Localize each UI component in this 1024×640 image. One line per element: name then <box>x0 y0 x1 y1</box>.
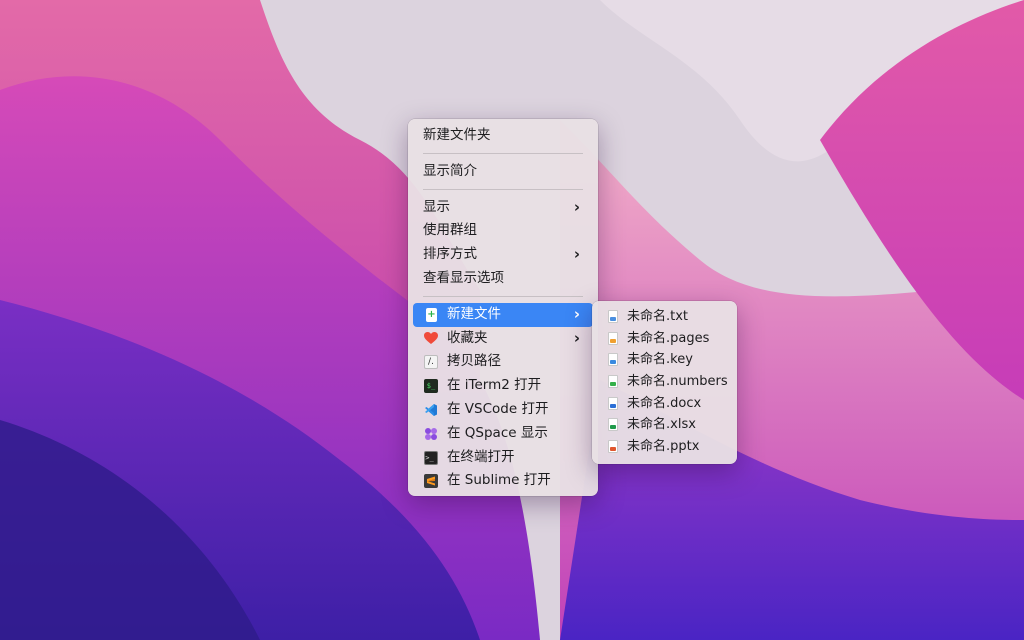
menu-item-label: 在 VSCode 打开 <box>447 400 549 417</box>
menu-item-label: 收藏夹 <box>447 329 488 346</box>
heart-icon <box>424 332 438 346</box>
submenu-item[interactable]: 未命名.txt <box>596 306 733 328</box>
submenu-item-label: 未命名.numbers <box>627 374 728 390</box>
chevron-right-icon: › <box>573 197 580 216</box>
submenu-item-label: 未命名.docx <box>627 395 702 411</box>
copy-path-icon: /. <box>424 355 438 370</box>
menu-item-label: 在 Sublime 打开 <box>447 472 551 489</box>
submenu-item-label: 未命名.key <box>627 352 693 368</box>
menu-item-sort-by[interactable]: 排序方式 › <box>413 243 593 267</box>
xlsx-file-icon <box>608 418 618 432</box>
menu-item-label: 显示 <box>423 198 450 215</box>
pages-file-icon <box>608 331 618 345</box>
menu-item-show-view-options[interactable]: 查看显示选项 <box>413 267 593 291</box>
menu-item-favorites[interactable]: 收藏夹 › <box>413 327 593 351</box>
numbers-file-icon <box>608 375 618 389</box>
menu-separator <box>423 188 583 190</box>
menu-item-label: 新建文件 <box>447 305 501 322</box>
menu-item-new-file[interactable]: + 新建文件 › <box>413 302 593 327</box>
new-file-icon: + <box>426 307 437 322</box>
submenu-item[interactable]: 未命名.pptx <box>596 436 733 458</box>
submenu-item[interactable]: 未命名.docx <box>596 393 733 415</box>
sublime-icon <box>424 474 438 489</box>
terminal-icon: >_ <box>424 450 438 465</box>
menu-item-label: 在终端打开 <box>447 448 515 465</box>
chevron-right-icon: › <box>573 245 580 264</box>
txt-file-icon <box>608 310 618 323</box>
pptx-file-icon <box>608 440 618 454</box>
submenu-item-label: 未命名.pages <box>627 330 710 346</box>
submenu-item[interactable]: 未命名.numbers <box>596 371 733 393</box>
menu-item-open-in-terminal[interactable]: >_ 在终端打开 <box>413 446 593 470</box>
submenu-item[interactable]: 未命名.pages <box>596 328 733 350</box>
new-file-submenu: 未命名.txt 未命名.pages 未命名.key 未命名.numbers 未命名.do… <box>592 301 737 464</box>
menu-item-show[interactable]: 显示 › <box>413 196 593 220</box>
menu-item-label: 排序方式 <box>423 246 477 263</box>
docx-file-icon <box>608 396 618 410</box>
menu-item-copy-path[interactable]: /. 拷贝路径 <box>413 350 593 374</box>
vscode-icon <box>424 403 438 417</box>
menu-item-label: 在 iTerm2 打开 <box>447 377 542 394</box>
menu-item-label: 拷贝路径 <box>447 353 501 370</box>
chevron-right-icon: › <box>573 328 580 347</box>
menu-item-label: 在 QSpace 显示 <box>447 424 548 441</box>
desktop-wallpaper: 新建文件夹 显示简介 显示 › 使用群组 排序方式 › 查看显示选项 + 新建文… <box>0 0 1024 640</box>
context-menu: 新建文件夹 显示简介 显示 › 使用群组 排序方式 › 查看显示选项 + 新建文… <box>408 119 598 496</box>
submenu-item-label: 未命名.pptx <box>627 439 700 455</box>
menu-item-open-in-sublime[interactable]: 在 Sublime 打开 <box>413 469 593 493</box>
menu-item-get-info[interactable]: 显示简介 <box>413 160 593 184</box>
menu-item-use-groups[interactable]: 使用群组 <box>413 219 593 243</box>
menu-separator <box>423 295 583 297</box>
menu-item-open-in-vscode[interactable]: 在 VSCode 打开 <box>413 398 593 422</box>
menu-item-new-folder[interactable]: 新建文件夹 <box>413 124 593 148</box>
iterm2-icon: $_ <box>424 379 438 394</box>
menu-item-open-in-iterm2[interactable]: $_ 在 iTerm2 打开 <box>413 374 593 398</box>
submenu-item[interactable]: 未命名.xlsx <box>596 414 733 436</box>
chevron-right-icon: › <box>573 304 580 323</box>
key-file-icon <box>608 353 618 367</box>
submenu-item-label: 未命名.txt <box>627 309 689 324</box>
menu-item-show-in-qspace[interactable]: 在 QSpace 显示 <box>413 422 593 446</box>
menu-separator <box>423 152 583 154</box>
submenu-item[interactable]: 未命名.key <box>596 349 733 371</box>
submenu-item-label: 未命名.xlsx <box>627 417 696 433</box>
qspace-icon <box>424 427 438 441</box>
